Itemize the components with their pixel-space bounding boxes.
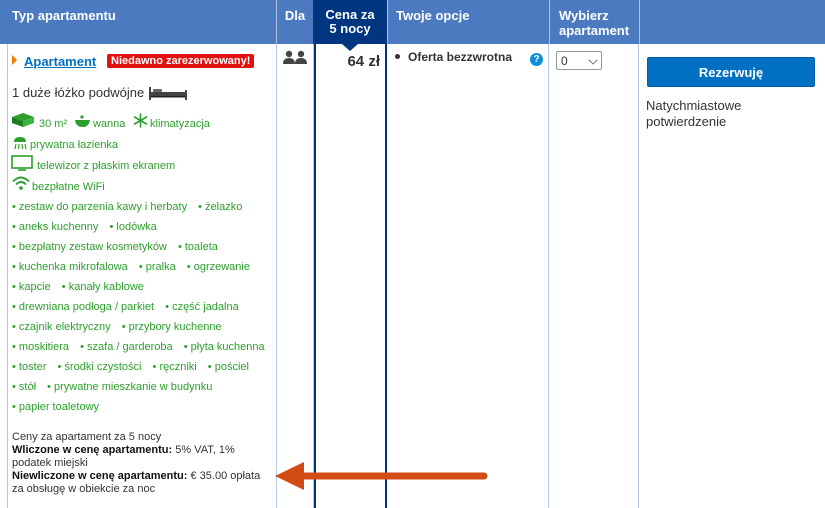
shower-icon [14,137,27,150]
list-item: • przybory kuchenne [121,321,222,333]
prices-for-text: Ceny za apartament za 5 nocy [12,431,162,443]
list-item: • bezpłatny zestaw kosmetyków [12,241,167,253]
option-nonrefundable: Oferta bezzwrotna [408,50,513,64]
bathtub-label: wanna [93,118,126,130]
room-name-text[interactable]: Apartament [24,54,96,69]
tv-label: telewizor z płaskim ekranem [37,160,176,172]
header-price-line2: 5 nocy [329,21,371,36]
list-item: • drewniana podłoga / parkiet [12,301,155,313]
header-action [639,0,825,44]
included-label: Wliczone w cenę apartamentu: [12,444,173,456]
room-price: 64 zł [347,53,380,70]
private-bathroom-label: prywatna łazienka [30,139,119,151]
amenity-row: • bezpłatny zestaw kosmetyków • toaleta [12,241,226,253]
room-quantity-select[interactable]: 0 [556,51,602,70]
excluded-line: Niewliczone w cenę apartamentu: € 35.00 … [12,470,267,496]
list-item: • ogrzewanie [186,261,250,273]
help-icon[interactable]: ? [530,53,543,66]
wifi-icon [12,176,30,190]
list-item: • płyta kuchenna [183,341,265,353]
instant-confirmation: Natychmiastowe potwierdzenie [646,98,742,129]
wifi-label: bezpłatne WiFi [32,181,105,193]
list-item: • toaleta [177,241,218,253]
options-column [387,44,549,508]
amenity-row: • moskitiera • szafa / garderoba • płyta… [12,341,273,353]
list-item: • zestaw do parzenia kawy i herbaty [12,201,188,213]
annotation-arrow-icon [275,462,488,490]
list-item: • kuchenka mikrofalowa [12,261,128,273]
amenity-row: • czajnik elektryczny • przybory kuchenn… [12,321,230,333]
bathtub-icon [75,115,90,127]
list-item: • pralka [138,261,176,273]
list-item: • aneks kuchenny [12,221,99,233]
header-room-type: Typ apartamentu [12,8,116,23]
list-item: • szafa / garderoba [80,341,173,353]
select-value: 0 [561,54,568,68]
air-conditioning-label: klimatyzacja [150,118,210,130]
tv-icon [11,155,33,171]
double-bed-icon [149,87,187,100]
list-item: • żelazko [198,201,243,213]
amenity-row: • stół • prywatne mieszkanie w budynku [12,381,220,393]
list-item: • kapcie [12,281,51,293]
chevron-down-icon [588,55,598,65]
bullet-icon [395,54,400,59]
room-size: 30 m² [39,118,68,130]
header-price: Cena za 5 nocy [313,0,387,44]
header-options: Twoje opcje [387,0,549,44]
header-choose-line2: apartament [559,23,630,38]
two-guests-icon [283,50,307,64]
amenity-row: • papier toaletowy [12,401,107,413]
price-info: Ceny za apartament za 5 nocy Wliczone w … [12,431,267,496]
included-line: Wliczone w cenę apartamentu: 5% VAT, 1% … [12,444,267,470]
list-item: • czajnik elektryczny [12,321,111,333]
price-column [314,44,387,508]
list-item: • moskitiera [12,341,70,353]
snowflake-icon [133,113,148,128]
list-item: • część jadalna [165,301,239,313]
list-item: • stół [12,381,37,393]
amenity-row: • toster • środki czystości • ręczniki •… [12,361,257,373]
amenity-row: • kapcie • kanały kablowe [12,281,152,293]
bed-info: 1 duże łóżko podwójne [12,85,145,100]
recently-booked-badge: Niedawno zarezerwowany! [107,54,255,68]
header-choose: Wybierz apartament [549,0,639,44]
choose-column [549,44,639,508]
list-item: • środki czystości [57,361,142,373]
list-item: • ręczniki [152,361,197,373]
list-item: • papier toaletowy [12,401,100,413]
guests-column [277,44,314,508]
list-item: • pościel [207,361,249,373]
amenity-row: • aneks kuchenny • lodówka [12,221,165,233]
amenity-row: • zestaw do parzenia kawy i herbaty • że… [12,201,250,213]
list-item: • kanały kablowe [61,281,144,293]
list-item: • toster [12,361,47,373]
amenity-row: • kuchenka mikrofalowa • pralka • ogrzew… [12,261,258,273]
header-guests: Dla [276,0,313,44]
room-size-icon [12,113,34,127]
reserve-button[interactable]: Rezerwuję [647,57,815,87]
list-item: • prywatne mieszkanie w budynku [47,381,213,393]
header-price-line1: Cena za [325,7,375,22]
list-item: • lodówka [109,221,157,233]
header-choose-line1: Wybierz [559,8,609,23]
room-name-link[interactable]: Apartament [12,54,96,69]
caret-right-icon [12,55,17,65]
option-item: Oferta bezzwrotna [395,50,512,64]
excluded-label: Niewliczone w cenę apartamentu: [12,470,188,482]
amenity-row: • drewniana podłoga / parkiet • część ja… [12,301,247,313]
